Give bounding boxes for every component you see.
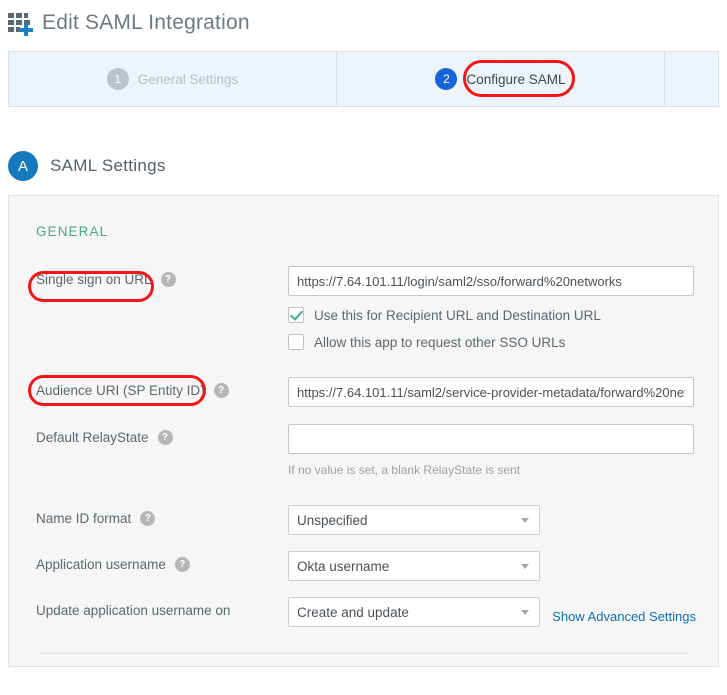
help-icon-name-id-format[interactable]: ? bbox=[140, 511, 156, 526]
chevron-down-icon bbox=[521, 563, 529, 569]
section-title: SAML Settings bbox=[50, 156, 166, 175]
label-text-update-application-username-on: Update application username on bbox=[36, 603, 231, 618]
saml-settings-card: GENERAL Single sign on URL ? Use this fo… bbox=[8, 195, 719, 667]
label-text-application-username: Application username bbox=[36, 557, 166, 572]
label-default-relay-state: Default RelayState ? bbox=[36, 424, 288, 445]
show-advanced-settings-link[interactable]: Show Advanced Settings bbox=[552, 609, 696, 624]
step-2-label: Configure SAML bbox=[466, 71, 566, 87]
help-icon-default-relay-state[interactable]: ? bbox=[157, 430, 173, 445]
section-header: A SAML Settings bbox=[0, 137, 727, 195]
application-username-select[interactable]: Okta username bbox=[288, 551, 540, 581]
label-single-sign-on-url: Single sign on URL ? bbox=[36, 266, 288, 287]
step-1-number: 1 bbox=[106, 68, 129, 90]
step-configure-saml[interactable]: 2 Configure SAML bbox=[337, 52, 665, 106]
checkbox-allow-other-sso-label: Allow this app to request other SSO URLs bbox=[314, 334, 566, 350]
chevron-down-icon bbox=[521, 609, 529, 615]
label-text-default-relay-state: Default RelayState bbox=[36, 430, 149, 445]
single-sign-on-url-input[interactable] bbox=[288, 266, 694, 296]
name-id-format-value: Unspecified bbox=[297, 512, 368, 528]
checkbox-allow-other-sso-row[interactable]: Allow this app to request other SSO URLs bbox=[288, 334, 718, 350]
row-single-sign-on-url: Single sign on URL ? Use this for Recipi… bbox=[9, 266, 718, 350]
row-name-id-format: Name ID format ? Unspecified bbox=[9, 505, 718, 535]
card-divider bbox=[39, 653, 688, 654]
hint-default-relay-state: If no value is set, a blank RelayState i… bbox=[288, 463, 521, 477]
checkbox-use-for-recipient[interactable] bbox=[288, 307, 304, 323]
label-text-audience-uri: Audience URI (SP Entity ID) bbox=[36, 383, 205, 398]
audience-uri-input[interactable] bbox=[288, 377, 694, 407]
row-audience-uri: Audience URI (SP Entity ID) ? bbox=[9, 377, 718, 407]
label-text-name-id-format: Name ID format bbox=[36, 511, 132, 526]
update-application-username-on-value: Create and update bbox=[297, 604, 409, 620]
help-icon-application-username[interactable]: ? bbox=[174, 557, 190, 572]
chevron-down-icon bbox=[521, 517, 529, 523]
label-text-single-sign-on-url: Single sign on URL bbox=[36, 272, 152, 287]
update-application-username-on-select[interactable]: Create and update bbox=[288, 597, 540, 627]
group-title-general: GENERAL bbox=[36, 224, 109, 239]
page-header: Edit SAML Integration bbox=[0, 0, 727, 46]
default-relay-state-input[interactable] bbox=[288, 424, 694, 454]
label-name-id-format: Name ID format ? bbox=[36, 505, 288, 526]
application-username-value: Okta username bbox=[297, 558, 390, 574]
step-2-number: 2 bbox=[435, 68, 458, 90]
label-audience-uri: Audience URI (SP Entity ID) ? bbox=[36, 377, 288, 398]
checkbox-allow-other-sso[interactable] bbox=[288, 334, 304, 350]
label-update-application-username-on: Update application username on bbox=[36, 597, 288, 618]
checkbox-use-for-recipient-row[interactable]: Use this for Recipient URL and Destinati… bbox=[288, 307, 718, 323]
help-icon-single-sign-on-url[interactable]: ? bbox=[160, 272, 176, 287]
checkbox-use-for-recipient-label: Use this for Recipient URL and Destinati… bbox=[314, 307, 601, 323]
section-badge: A bbox=[8, 151, 38, 181]
step-1-label: General Settings bbox=[137, 71, 239, 87]
help-icon-audience-uri[interactable]: ? bbox=[213, 383, 229, 398]
name-id-format-select[interactable]: Unspecified bbox=[288, 505, 540, 535]
label-application-username: Application username ? bbox=[36, 551, 288, 572]
step-empty bbox=[665, 52, 718, 106]
step-general-settings[interactable]: 1 General Settings bbox=[9, 52, 337, 106]
grid-plus-icon bbox=[8, 11, 34, 37]
row-application-username: Application username ? Okta username bbox=[9, 551, 718, 581]
page-title: Edit SAML Integration bbox=[42, 11, 250, 34]
stepper: 1 General Settings 2 Configure SAML bbox=[8, 51, 719, 107]
row-default-relay-state: Default RelayState ? If no value is set,… bbox=[9, 424, 718, 477]
